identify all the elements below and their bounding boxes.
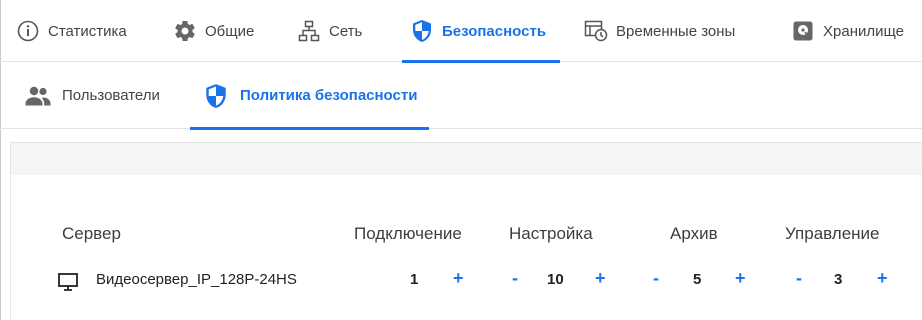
gear-icon xyxy=(173,19,197,43)
tab-general-label: Общие xyxy=(205,22,255,40)
monitor-icon xyxy=(58,273,78,291)
management-increment-button[interactable]: + xyxy=(877,268,888,289)
tab-network-label: Сеть xyxy=(329,22,363,40)
archive-value: 5 xyxy=(693,271,702,288)
tab-security-policy[interactable]: Политика безопасности xyxy=(189,62,430,130)
tab-general[interactable]: Общие xyxy=(173,0,254,62)
connection-increment-button[interactable]: + xyxy=(453,268,464,289)
panel-header-band xyxy=(11,143,922,175)
tab-security[interactable]: Безопасность xyxy=(401,0,561,63)
sub-tab-bar: Пользователи Политика безопасности xyxy=(0,62,922,130)
management-value: 3 xyxy=(834,271,843,288)
column-header-management: Управление xyxy=(785,224,880,243)
column-header-settings: Настройка xyxy=(509,224,593,243)
tab-network[interactable]: Сеть xyxy=(297,0,362,62)
column-header-archive: Архив xyxy=(670,224,718,243)
storage-icon xyxy=(791,19,815,43)
top-tab-bar: Статистика Общие Сеть Безопасность Време… xyxy=(0,0,922,63)
tab-statistics-label: Статистика xyxy=(48,22,127,40)
tab-storage[interactable]: Хранилище xyxy=(791,0,904,62)
archive-decrement-button[interactable]: - xyxy=(653,268,659,289)
tab-statistics[interactable]: Статистика xyxy=(16,0,127,62)
info-icon xyxy=(16,19,40,43)
settings-decrement-button[interactable]: - xyxy=(512,268,518,289)
tab-timezones[interactable]: Временные зоны xyxy=(584,0,735,62)
network-icon xyxy=(297,19,321,43)
tab-security-label: Безопасность xyxy=(442,22,547,40)
shield-icon xyxy=(202,82,230,110)
tab-users-label: Пользователи xyxy=(62,87,160,104)
tab-timezones-label: Временные зоны xyxy=(616,22,736,40)
archive-increment-button[interactable]: + xyxy=(735,268,746,289)
tab-users[interactable]: Пользователи xyxy=(24,62,160,129)
connection-value: 1 xyxy=(410,271,419,288)
column-header-server: Сервер xyxy=(62,224,121,243)
tab-security-policy-label: Политика безопасности xyxy=(240,87,418,104)
settings-increment-button[interactable]: + xyxy=(595,268,606,289)
settings-value: 10 xyxy=(547,271,564,288)
management-decrement-button[interactable]: - xyxy=(796,268,802,289)
timezone-icon xyxy=(584,19,608,43)
users-icon xyxy=(24,82,52,110)
server-name: Видеосервер_IP_128P-24HS xyxy=(96,271,297,288)
shield-icon xyxy=(410,19,434,43)
column-header-connection: Подключение xyxy=(354,224,462,243)
tab-storage-label: Хранилище xyxy=(823,22,904,40)
